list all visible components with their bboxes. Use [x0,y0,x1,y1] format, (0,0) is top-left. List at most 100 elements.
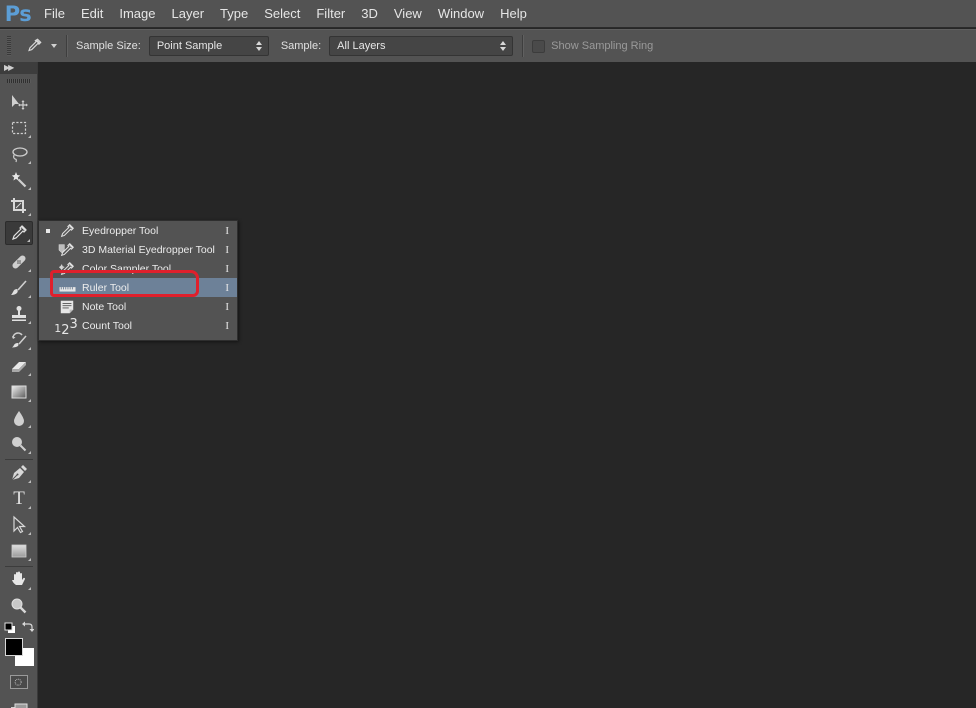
eyedropper-tool[interactable] [5,221,33,245]
menu-window[interactable]: Window [430,0,492,28]
tools-divider [5,459,33,460]
ruler-icon [57,279,77,297]
submenu-indicator-icon [28,295,31,298]
menu-help[interactable]: Help [492,0,535,28]
current-tool-bullet [46,228,50,233]
menu-view[interactable]: View [386,0,430,28]
shortcut-key: I [225,319,229,332]
sample-value: All Layers [337,40,386,52]
move-tool[interactable] [5,90,33,114]
gradient-tool[interactable] [5,380,33,404]
flyout-item-count[interactable]: 123 Count Tool I [39,316,237,338]
document-canvas-area[interactable] [39,62,976,708]
shortcut-key: I [225,262,229,275]
menu-layer[interactable]: Layer [164,0,213,28]
flyout-item-color-sampler[interactable]: Color Sampler Tool I [39,259,237,278]
type-icon: T [13,488,25,509]
default-colors-icon [4,622,15,633]
type-tool[interactable]: T [5,487,33,511]
menu-edit[interactable]: Edit [73,0,111,28]
flyout-item-note[interactable]: Note Tool I [39,297,237,316]
clone-stamp-tool[interactable] [5,302,33,326]
divider [66,35,67,57]
dodge-tool[interactable] [5,432,33,456]
sample-label: Sample: [280,40,322,52]
select-arrows-icon [500,40,507,52]
gradient-icon [11,385,27,399]
shortcut-key: I [225,243,229,256]
chevron-down-icon [51,44,57,48]
select-arrows-icon [255,40,263,52]
rectangle-tool[interactable] [5,539,33,563]
history-brush-tool[interactable] [5,328,33,352]
submenu-indicator-icon [28,587,31,590]
blur-tool[interactable] [5,406,33,430]
flyout-item-eyedropper[interactable]: Eyedropper Tool I [39,221,237,240]
menu-file[interactable]: File [36,0,73,28]
tools-panel-header[interactable]: ▶▶ [0,62,37,74]
submenu-indicator-icon [28,425,31,428]
sample-size-select[interactable]: Point Sample [148,36,269,56]
tool-preset-picker[interactable] [25,37,61,55]
menu-type[interactable]: Type [212,0,256,28]
crop-tool[interactable] [5,194,33,218]
submenu-indicator-icon [28,451,31,454]
eraser-icon [12,362,26,372]
zoom-icon [11,598,27,614]
count-icon: 123 [54,317,78,338]
eyedropper-icon [57,222,77,240]
show-sampling-ring-checkbox[interactable] [532,39,546,53]
flyout-item-label: Note Tool [82,300,127,313]
zoom-tool[interactable] [5,594,33,618]
stamp-icon [12,306,26,321]
sample-size-label: Sample Size: [76,40,141,52]
tools-panel: ▶▶ T [0,62,38,708]
expand-panel-icon[interactable]: ▶▶ [4,64,14,72]
flyout-item-label: Eyedropper Tool [82,224,159,237]
swap-colors-button[interactable] [21,620,35,633]
hand-tool[interactable] [5,568,33,592]
flyout-item-label: 3D Material Eyedropper Tool [82,243,215,256]
menu-image[interactable]: Image [111,0,163,28]
rectangle-icon [11,544,27,558]
submenu-indicator-icon [28,347,31,350]
submenu-indicator-icon [27,239,30,242]
lasso-icon [12,147,28,163]
magic-wand-tool[interactable] [5,168,33,192]
submenu-indicator-icon [28,187,31,190]
eyedropper-icon [12,225,27,240]
rectangular-marquee-tool[interactable] [5,116,33,140]
menu-select[interactable]: Select [256,0,308,28]
screen-mode-button[interactable] [10,699,28,708]
color-sampler-icon [57,260,77,278]
foreground-color-swatch[interactable] [5,638,23,656]
lasso-tool[interactable] [5,142,33,166]
swap-arrows-icon [22,621,35,632]
submenu-indicator-icon [28,321,31,324]
submenu-indicator-icon [28,373,31,376]
shortcut-key: I [225,281,229,294]
brush-tool[interactable] [5,276,33,300]
move-icon [12,95,28,110]
quick-mask-icon [14,678,22,686]
default-colors-button[interactable] [4,621,16,633]
submenu-indicator-icon [28,558,31,561]
flyout-item-ruler[interactable]: Ruler Tool I [39,278,237,297]
submenu-indicator-icon [28,506,31,509]
flyout-item-label: Color Sampler Tool [82,262,172,275]
sample-select[interactable]: All Layers [329,36,514,56]
pen-tool[interactable] [5,461,33,485]
options-bar-grip[interactable] [7,36,11,56]
flyout-item-3d-material-eyedropper[interactable]: 3D Material Eyedropper Tool I [39,240,237,259]
submenu-indicator-icon [28,532,31,535]
submenu-indicator-icon [28,135,31,138]
menu-3d[interactable]: 3D [353,0,386,28]
submenu-indicator-icon [28,161,31,164]
quick-mask-button[interactable] [10,675,28,689]
path-selection-tool[interactable] [5,513,33,537]
submenu-indicator-icon [28,269,31,272]
menu-filter[interactable]: Filter [308,0,353,28]
tools-panel-grip[interactable] [6,79,31,83]
eraser-tool[interactable] [5,354,33,378]
healing-brush-tool[interactable] [5,250,33,274]
